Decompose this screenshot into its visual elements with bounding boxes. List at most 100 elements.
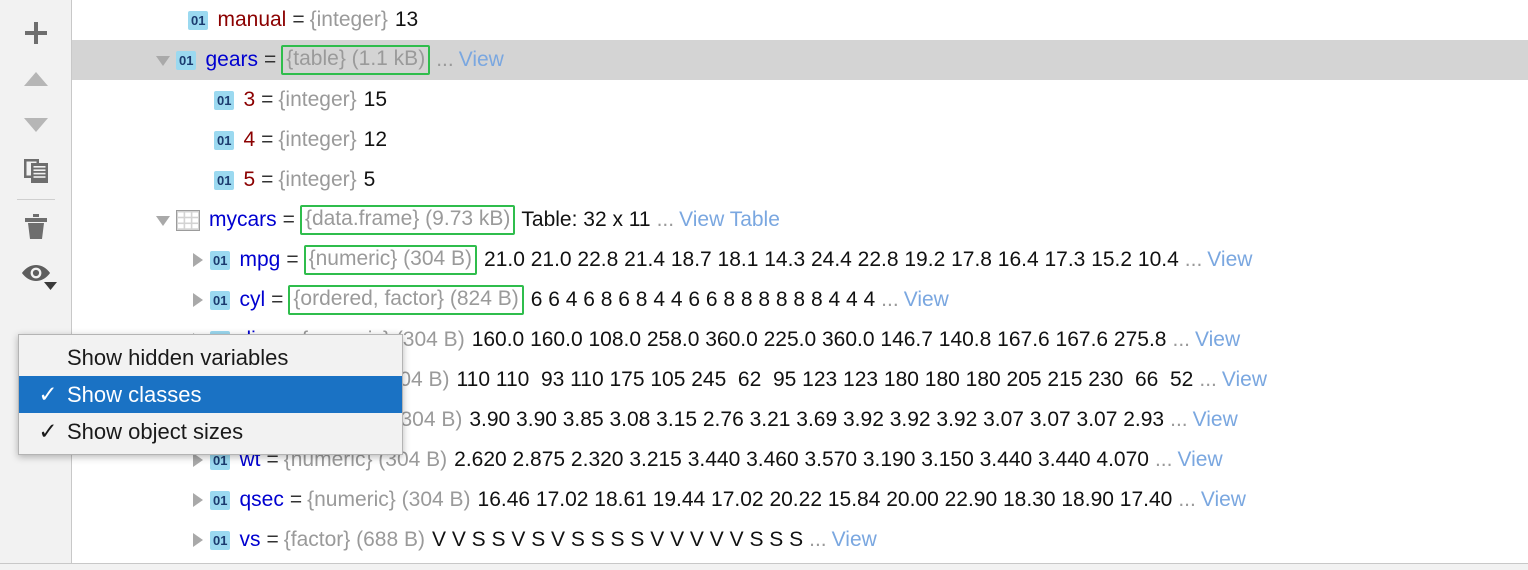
equals-sign: = (282, 208, 295, 231)
variables-panel: 01 manual = {integer} 13 01 gears = {table} (1.1… (0, 0, 1528, 570)
truncation-ellipsis: ... (1170, 408, 1188, 431)
truncation-ellipsis: ... (656, 208, 675, 231)
twisty-collapsed-icon[interactable] (184, 530, 210, 550)
variable-type-highlighted: {numeric} (304 B) (303, 245, 478, 275)
menu-item-label: Show hidden variables (67, 344, 289, 370)
move-up-button[interactable] (12, 56, 60, 102)
variable-name: 5 (243, 168, 256, 191)
view-link[interactable]: View Table (679, 208, 780, 232)
variable-value: 13 (394, 8, 419, 31)
variable-type-badge-icon: 01 (210, 290, 231, 310)
variable-type-badge-icon: 01 (210, 490, 231, 510)
variable-type-badge-icon: 01 (214, 170, 235, 190)
move-down-button[interactable] (12, 102, 60, 148)
tree-row[interactable]: 01 5 = {integer} 5 (72, 160, 1528, 200)
variable-value: 110 110 93 110 175 105 245 62 95 123 123… (456, 368, 1194, 391)
delete-button[interactable] (12, 204, 60, 250)
toolbar-divider (16, 199, 55, 200)
variable-value: 16.46 17.02 18.61 19.44 17.02 20.22 15.8… (477, 488, 1173, 511)
variable-value: 2.620 2.875 2.320 3.215 3.440 3.460 3.57… (454, 448, 1149, 471)
view-options-button[interactable] (12, 250, 60, 296)
variable-name: 4 (243, 128, 256, 151)
table-dimensions: Table: 32 x 11 (521, 208, 651, 231)
menu-item-label: Show object sizes (67, 418, 244, 444)
menu-item[interactable]: ✓ Show object sizes (19, 413, 402, 450)
variable-type-badge-icon: 01 (176, 50, 197, 70)
variable-name: mycars (209, 208, 277, 231)
variable-value: 15 (363, 88, 388, 111)
menu-item[interactable]: ✓ Show classes (19, 376, 402, 413)
variable-type-badge-icon: 01 (214, 90, 235, 110)
tree-row[interactable]: 01 qsec = {numeric} (304 B) 16.46 17.02 18.6… (72, 480, 1528, 520)
variables-tree[interactable]: 01 manual = {integer} 13 01 gears = {table} (1.1… (72, 0, 1528, 570)
tree-row[interactable]: 01 manual = {integer} 13 (72, 0, 1528, 40)
arrow-up-icon (23, 70, 49, 88)
variable-type: {integer} (309, 8, 388, 31)
twisty-expanded-icon[interactable] (150, 50, 176, 70)
truncation-ellipsis: ... (1154, 448, 1173, 471)
tree-row[interactable]: 01 cyl = {ordered, factor} (824 B) 6 6 4 6 8… (72, 280, 1528, 320)
equals-sign: = (289, 488, 303, 511)
view-options-menu[interactable]: Show hidden variables ✓ Show classes ✓ Show … (18, 334, 403, 455)
tree-row[interactable]: 01 4 = {integer} 12 (72, 120, 1528, 160)
tree-row[interactable]: 01 mpg = {numeric} (304 B) 21.0 21.0 22.8 21… (72, 240, 1528, 280)
variable-value: 3.90 3.90 3.85 3.08 3.15 2.76 3.21 3.69 … (469, 408, 1165, 431)
tree-row[interactable]: 01 3 = {integer} 15 (72, 80, 1528, 120)
equals-sign: = (292, 8, 305, 31)
copy-icon (22, 157, 50, 185)
variable-name: vs (239, 528, 261, 551)
variable-value: 160.0 160.0 108.0 258.0 360.0 225.0 360.… (471, 328, 1167, 351)
truncation-ellipsis: ... (809, 528, 827, 551)
view-link[interactable]: View (832, 528, 877, 552)
check-icon: ✓ (38, 381, 58, 407)
truncation-ellipsis: ... (436, 48, 454, 71)
variable-type-highlighted: {ordered, factor} (824 B) (288, 285, 524, 315)
table-icon (176, 209, 200, 231)
equals-sign: = (264, 48, 277, 71)
trash-icon (23, 213, 49, 241)
bottom-strip (0, 563, 1528, 570)
variable-value: 21.0 21.0 22.8 21.4 18.7 18.1 14.3 24.4 … (484, 248, 1179, 271)
variable-name: mpg (239, 248, 281, 271)
view-link[interactable]: View (1177, 448, 1222, 472)
twisty-collapsed-icon[interactable] (184, 250, 210, 270)
arrow-down-icon (23, 116, 49, 134)
view-link[interactable]: View (1201, 488, 1246, 512)
variable-type: {integer} (278, 128, 357, 151)
variable-type-highlighted: {data.frame} (9.73 kB) (299, 205, 516, 235)
equals-sign: = (266, 528, 279, 551)
copy-button[interactable] (12, 148, 60, 194)
add-variable-button[interactable] (12, 10, 60, 56)
variable-type-highlighted: {table} (1.1 kB) (281, 45, 431, 75)
view-link[interactable]: View (1195, 328, 1240, 352)
eye-icon (20, 262, 52, 284)
equals-sign: = (261, 168, 274, 191)
variable-type-badge-icon: 01 (214, 130, 235, 150)
equals-sign: = (286, 248, 299, 271)
view-link[interactable]: View (904, 288, 949, 312)
view-link[interactable]: View (1207, 248, 1252, 272)
view-link[interactable]: View (1222, 368, 1267, 392)
variable-value: 6 6 4 6 8 6 8 4 4 6 6 8 8 8 8 8 8 4 4 4 (530, 288, 876, 311)
twisty-collapsed-icon[interactable] (184, 290, 210, 310)
variable-name: manual (217, 8, 287, 31)
menu-item[interactable]: Show hidden variables (19, 339, 402, 376)
tree-row[interactable]: mycars = {data.frame} (9.73 kB) Table: 32 x… (72, 200, 1528, 240)
variables-toolbar (0, 0, 72, 570)
variable-type-badge-icon: 01 (188, 10, 209, 30)
variable-name: cyl (239, 288, 266, 311)
twisty-collapsed-icon[interactable] (184, 490, 210, 510)
tree-row[interactable]: 01 gears = {table} (1.1 kB)... View (72, 40, 1528, 80)
truncation-ellipsis: ... (881, 288, 899, 311)
variable-name: qsec (239, 488, 284, 511)
variable-name: 3 (243, 88, 256, 111)
chevron-down-icon (43, 282, 57, 291)
truncation-ellipsis: ... (1178, 488, 1196, 511)
view-link[interactable]: View (459, 48, 504, 72)
variable-name: gears (205, 48, 258, 71)
check-icon: ✓ (38, 418, 58, 444)
view-link[interactable]: View (1193, 408, 1238, 432)
tree-row[interactable]: 01 vs = {factor} (688 B) V V S S V S V S S S… (72, 520, 1528, 560)
menu-item-label: Show classes (67, 381, 202, 407)
twisty-expanded-icon[interactable] (150, 210, 176, 230)
